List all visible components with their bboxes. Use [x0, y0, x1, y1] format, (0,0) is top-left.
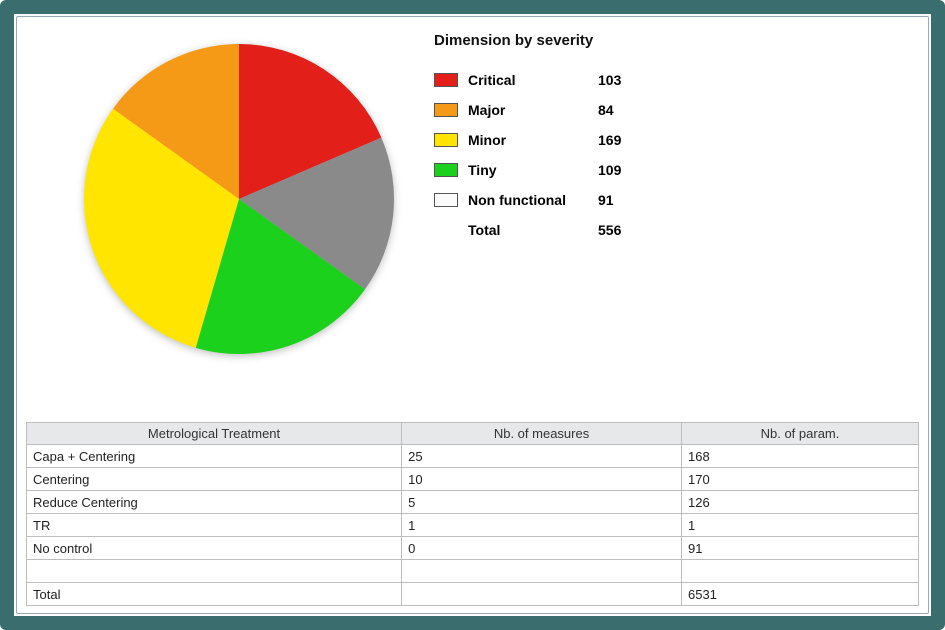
- legend-item: Tiny109: [434, 162, 714, 178]
- legend-label: Tiny: [468, 162, 598, 178]
- table-cell: Capa + Centering: [27, 445, 402, 468]
- legend-value: 103: [598, 72, 648, 88]
- table-head: Metrological Treatment Nb. of measures N…: [27, 423, 919, 445]
- pie-chart: [84, 44, 394, 354]
- table-cell: 1: [402, 514, 682, 537]
- table-cell: [402, 583, 682, 606]
- table-cell: 170: [681, 468, 918, 491]
- legend-item: Major84: [434, 102, 714, 118]
- table-cell: [402, 560, 682, 583]
- app-frame: Dimension by severity Critical103Major84…: [0, 0, 945, 630]
- table-header-treatment: Metrological Treatment: [27, 423, 402, 445]
- table-body: Capa + Centering25168Centering10170Reduc…: [27, 445, 919, 606]
- legend-label: Critical: [468, 72, 598, 88]
- table-row: Reduce Centering5126: [27, 491, 919, 514]
- table-row: Centering10170: [27, 468, 919, 491]
- metrology-table: Metrological Treatment Nb. of measures N…: [26, 422, 919, 606]
- table-cell: 168: [681, 445, 918, 468]
- table-cell: 0: [402, 537, 682, 560]
- table-cell: Total: [27, 583, 402, 606]
- table-row: TR11: [27, 514, 919, 537]
- table-cell: 25: [402, 445, 682, 468]
- legend-total: Total556: [434, 222, 714, 238]
- legend-total-label: Total: [468, 222, 598, 238]
- table-cell: 5: [402, 491, 682, 514]
- legend-value: 109: [598, 162, 648, 178]
- table-cell: [27, 560, 402, 583]
- legend-value: 84: [598, 102, 648, 118]
- table-row: [27, 560, 919, 583]
- table-row: No control091: [27, 537, 919, 560]
- chart-legend: Critical103Major84Minor169Tiny109Non fun…: [434, 72, 714, 252]
- legend-swatch: [434, 103, 458, 117]
- table-cell: 1: [681, 514, 918, 537]
- table-cell: 126: [681, 491, 918, 514]
- content-area: Dimension by severity Critical103Major84…: [14, 14, 931, 616]
- legend-value: 169: [598, 132, 648, 148]
- table-cell: Reduce Centering: [27, 491, 402, 514]
- legend-item: Minor169: [434, 132, 714, 148]
- legend-label: Minor: [468, 132, 598, 148]
- legend-swatch: [434, 73, 458, 87]
- legend-swatch: [434, 133, 458, 147]
- legend-swatch: [434, 163, 458, 177]
- legend-swatch: [434, 193, 458, 207]
- table-header-measures: Nb. of measures: [402, 423, 682, 445]
- table-cell: 10: [402, 468, 682, 491]
- table-cell: Centering: [27, 468, 402, 491]
- table-cell: [681, 560, 918, 583]
- legend-label: Non functional: [468, 192, 598, 208]
- pie-svg: [84, 44, 394, 354]
- table-cell: 91: [681, 537, 918, 560]
- chart-title: Dimension by severity: [434, 32, 593, 49]
- legend-value: 91: [598, 192, 648, 208]
- table-row: Capa + Centering25168: [27, 445, 919, 468]
- table-header-param: Nb. of param.: [681, 423, 918, 445]
- table-row: Total 6531: [27, 583, 919, 606]
- legend-item: Critical103: [434, 72, 714, 88]
- table-cell: 6531: [681, 583, 918, 606]
- legend-label: Major: [468, 102, 598, 118]
- legend-item: Non functional91: [434, 192, 714, 208]
- table-cell: No control: [27, 537, 402, 560]
- legend-total-value: 556: [598, 222, 648, 238]
- table-cell: TR: [27, 514, 402, 537]
